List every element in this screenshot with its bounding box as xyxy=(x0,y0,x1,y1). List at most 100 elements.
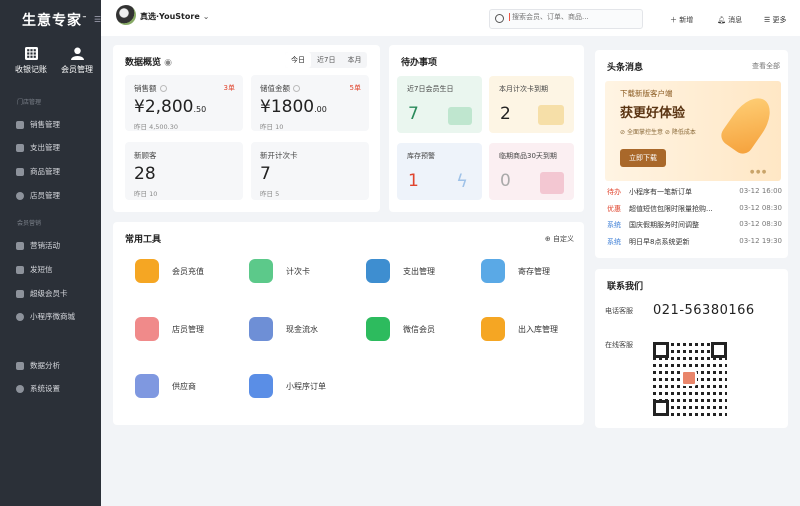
stat-stored-value[interactable]: 储值金额 5单 ¥1800.00 昨日 10 xyxy=(251,75,369,131)
tab-7days[interactable]: 近7日 xyxy=(311,52,341,68)
stored-count-badge: 5单 xyxy=(349,84,361,92)
nav-products[interactable]: 商品管理 xyxy=(16,166,60,177)
news-item[interactable]: 优惠 超值短信包限时限量抢购... 03-12 08:30 xyxy=(607,204,782,214)
tool-item[interactable]: 微信会员 xyxy=(366,317,435,341)
lightning-icon: ϟ xyxy=(456,171,468,192)
tool-item[interactable]: 店员管理 xyxy=(135,317,204,341)
news-date: 03-12 16:00 xyxy=(739,187,782,195)
more-button[interactable]: ☰ 更多 xyxy=(764,15,787,25)
overview-title: 数据概览 ◉ xyxy=(125,58,173,68)
news-text: 国庆假期服务时间调整 xyxy=(629,221,699,229)
tool-label: 店员管理 xyxy=(172,324,204,334)
nav-sales[interactable]: 销售管理 xyxy=(16,119,60,130)
nav-staff[interactable]: 店员管理 xyxy=(16,190,60,201)
tool-icon xyxy=(135,317,159,341)
news-item[interactable]: 待办 小程序有一笔新订单 03-12 16:00 xyxy=(607,187,782,197)
tool-item[interactable]: 现金流水 xyxy=(249,317,318,341)
news-item[interactable]: 系统 明日早8点系统更新 03-12 19:30 xyxy=(607,237,782,247)
todo-card: 待办事项 近7日会员生日 7 本月计次卡到期 2 库存预警 1 ϟ 临期商品30… xyxy=(389,45,584,212)
sales-count-badge: 3单 xyxy=(223,84,235,92)
check-icon: ⊘ xyxy=(620,129,627,136)
tag-icon xyxy=(16,241,24,250)
section-store: 门店管理 xyxy=(17,99,42,106)
tool-item[interactable]: 计次卡 xyxy=(249,259,310,283)
news-title: 头条消息 xyxy=(607,63,644,73)
sales-icon xyxy=(16,120,24,129)
tool-item[interactable]: 寄存管理 xyxy=(481,259,550,283)
help-icon[interactable] xyxy=(293,85,300,92)
tool-item[interactable]: 支出管理 xyxy=(366,259,435,283)
store-avatar[interactable] xyxy=(116,5,136,25)
tool-item[interactable]: 会员充值 xyxy=(135,259,204,283)
online-service-label: 在线客服 xyxy=(605,341,633,349)
tool-label: 现金流水 xyxy=(286,324,318,334)
news-item[interactable]: 系统 国庆假期服务时间调整 03-12 08:30 xyxy=(607,220,782,230)
search-box[interactable] xyxy=(489,9,643,29)
rocket-icon xyxy=(717,90,779,158)
nav-expense[interactable]: 支出管理 xyxy=(16,142,60,153)
todo-stock-warning[interactable]: 库存预警 1 ϟ xyxy=(397,143,482,200)
expense-icon xyxy=(16,143,24,152)
news-tag: 系统 xyxy=(607,221,621,229)
menu-collapse-icon[interactable]: ☰ xyxy=(94,15,101,24)
add-button[interactable]: ＋ 新增 xyxy=(670,15,693,25)
todo-birthdays[interactable]: 近7日会员生日 7 xyxy=(397,76,482,133)
tool-icon xyxy=(366,259,390,283)
download-banner[interactable]: 下载新版客户端 获更好体验 ⊘ 全面掌控生意 ⊘ 降低成本 立即下载 ● ● ● xyxy=(605,81,781,181)
tools-card: 常用工具 ⊕ 自定义 会员充值 计次卡 支出管理 寄存管理 店员管理 现金流水 微信会员 出入… xyxy=(113,222,584,425)
search-input[interactable] xyxy=(509,13,639,21)
tool-icon xyxy=(249,259,273,283)
bell-icon: 🔔︎ xyxy=(717,16,729,24)
tool-item[interactable]: 小程序订单 xyxy=(249,374,326,398)
store-switcher[interactable]: 真选·YouStore ⌄ xyxy=(140,11,209,22)
tool-icon xyxy=(366,317,390,341)
news-date: 03-12 08:30 xyxy=(739,203,782,212)
check-icon: ⊘ xyxy=(664,129,672,136)
qr-code[interactable] xyxy=(653,342,727,416)
todo-near-expiry[interactable]: 临期商品30天到期 0 xyxy=(489,143,574,200)
nav-cashier[interactable]: 收银记账 xyxy=(6,45,56,75)
nav-sms[interactable]: 发短信 xyxy=(16,264,53,275)
top-header: 真选·YouStore⌄ ＋ 新增 🔔︎ 消息 ☰ 更多 xyxy=(101,0,800,36)
tool-item[interactable]: 供应商 xyxy=(135,374,196,398)
help-icon[interactable] xyxy=(159,85,167,92)
todo-title: 待办事项 xyxy=(401,58,438,68)
todo-card-expiry[interactable]: 本月计次卡到期 2 xyxy=(489,76,574,133)
section-marketing: 会员营销 xyxy=(17,220,42,227)
nav-members[interactable]: 会员管理 xyxy=(52,45,102,75)
download-now-button[interactable]: 立即下载 xyxy=(620,149,666,167)
tool-item[interactable]: 出入库管理 xyxy=(481,317,558,341)
customize-button[interactable]: ⊕ 自定义 xyxy=(545,234,574,244)
eye-icon[interactable]: ◉ xyxy=(164,58,172,68)
tab-today[interactable]: 今日 xyxy=(285,52,311,68)
miniprogram-icon xyxy=(16,312,24,321)
staff-icon xyxy=(16,191,24,200)
stat-sales[interactable]: 销售额 3单 ¥2,800.50 昨日 4,500.30 xyxy=(125,75,243,131)
bar-chart-icon xyxy=(16,361,24,370)
tool-label: 小程序订单 xyxy=(286,381,326,391)
product-icon xyxy=(16,167,24,176)
card-icon xyxy=(16,289,24,298)
nav-super-card[interactable]: 超级会员卡 xyxy=(16,288,68,299)
phone-label: 电话客服 xyxy=(605,307,633,315)
tab-month[interactable]: 本月 xyxy=(341,52,367,68)
view-all-link[interactable]: 查看全部 xyxy=(752,61,780,71)
gear-icon xyxy=(16,384,24,393)
nav-campaigns[interactable]: 营销活动 xyxy=(16,240,60,251)
stat-new-cards[interactable]: 新开计次卡 7 昨日 5 xyxy=(251,142,369,200)
yen-card-icon xyxy=(538,105,564,125)
nav-settings[interactable]: 系统设置 xyxy=(16,383,60,394)
plus-circle-icon: ⊕ xyxy=(544,235,553,243)
news-tag: 待办 xyxy=(607,188,621,196)
nav-analytics[interactable]: 数据分析 xyxy=(16,360,60,371)
carousel-dots[interactable]: ● ● ● xyxy=(750,169,766,175)
stat-new-customers[interactable]: 新顾客 28 昨日 10 xyxy=(125,142,243,200)
chevron-down-icon: ⌄ xyxy=(202,12,210,21)
messages-button[interactable]: 🔔︎ 消息 xyxy=(717,15,742,25)
news-text: 明日早8点系统更新 xyxy=(629,237,690,246)
period-tabs: 今日 近7日 本月 xyxy=(285,52,368,68)
tool-icon xyxy=(249,374,273,398)
news-tag: 系统 xyxy=(607,237,621,246)
tool-icon xyxy=(135,259,159,283)
nav-mini-shop[interactable]: 小程序微商城 xyxy=(16,311,75,322)
